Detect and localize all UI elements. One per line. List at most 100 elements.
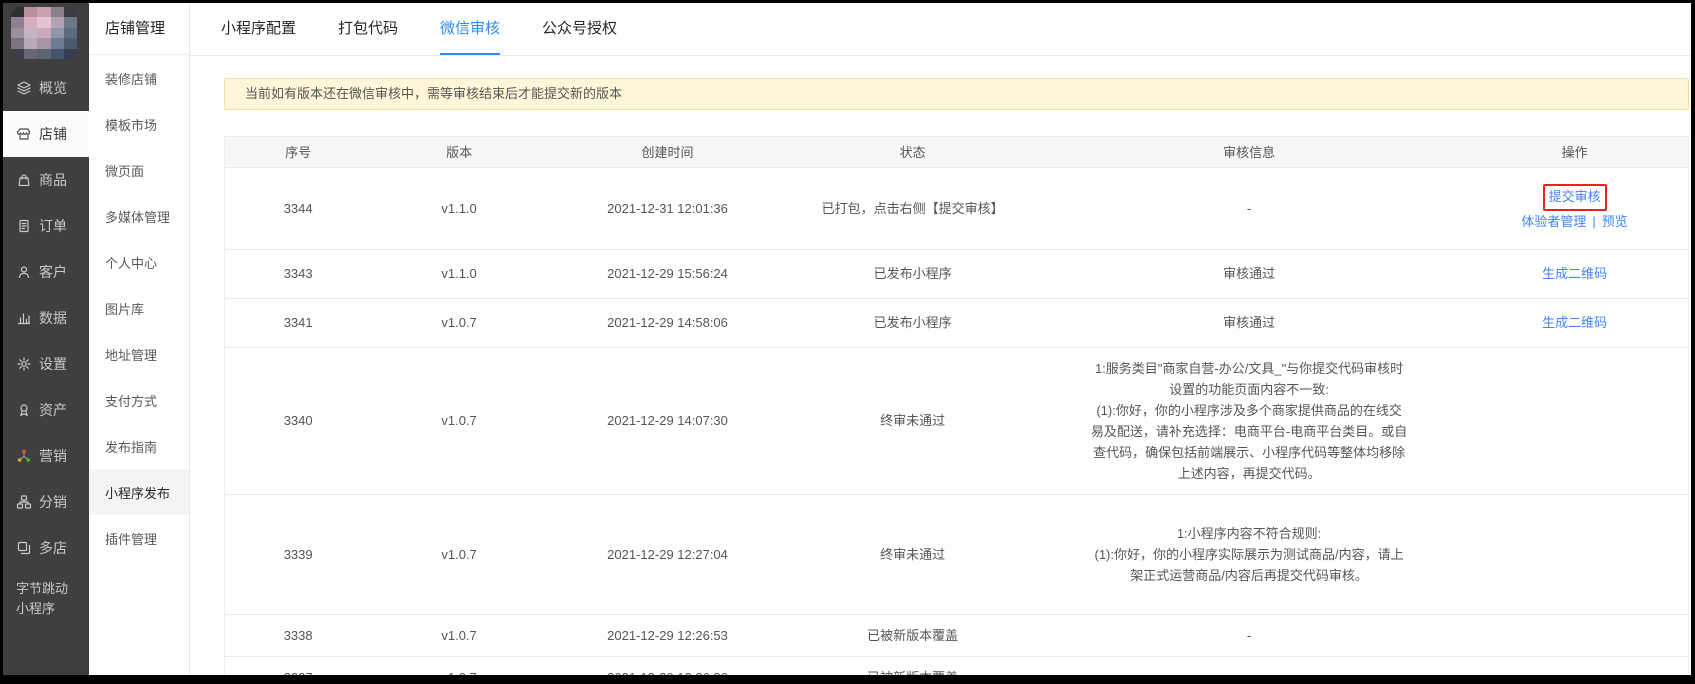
sidebar-item-label: 概览 [39, 78, 67, 98]
layers-icon [16, 80, 32, 96]
versions-table: 序号版本创建时间状态审核信息操作 3344v1.1.02021-12-31 12… [225, 137, 1688, 684]
actions-cell [1461, 614, 1688, 656]
submenu-item[interactable]: 微页面 [89, 147, 189, 193]
action-line: 生成二维码 [1469, 263, 1680, 285]
id-cell: 3344 [225, 167, 371, 249]
tab-bar: 小程序配置打包代码微信审核公众号授权 [190, 3, 1691, 56]
table-header-row: 序号版本创建时间状态审核信息操作 [225, 137, 1688, 167]
actions-cell: 生成二维码 [1461, 298, 1688, 347]
sidebar-item-layers[interactable]: 概览 [3, 65, 89, 111]
created-cell: 2021-12-29 12:26:36 [547, 656, 788, 684]
version-cell: v1.1.0 [371, 167, 547, 249]
main-panel: 小程序配置打包代码微信审核公众号授权 当前如有版本还在微信审核中，需等审核结束后… [190, 3, 1691, 675]
versions-table-wrapper: 序号版本创建时间状态审核信息操作 3344v1.1.02021-12-31 12… [224, 136, 1689, 684]
created-cell: 2021-12-29 15:56:24 [547, 249, 788, 298]
column-header: 操作 [1461, 137, 1688, 167]
action-line: 体验者管理|预览 [1469, 211, 1680, 233]
sidebar-item-label: 客户 [39, 262, 67, 282]
created-cell: 2021-12-29 12:27:04 [547, 494, 788, 614]
goods-bag-icon [16, 172, 32, 188]
generate-qrcode-link[interactable]: 生成二维码 [1542, 315, 1607, 330]
secondary-nav: 装修店铺模板市场微页面多媒体管理个人中心图片库地址管理支付方式发布指南小程序发布… [89, 55, 189, 561]
bar-chart-icon [16, 310, 32, 326]
sidebar-item-customer-person[interactable]: 客户 [3, 249, 89, 295]
submenu-item[interactable]: 地址管理 [89, 331, 189, 377]
content-area: 当前如有版本还在微信审核中，需等审核结束后才能提交新的版本 序号版本创建时间状态… [224, 78, 1689, 684]
sidebar-item-medal[interactable]: 资产 [3, 387, 89, 433]
tester-management-link[interactable]: 体验者管理 [1521, 214, 1586, 229]
audit-cell: 审核通过 [1037, 249, 1461, 298]
column-header: 序号 [225, 137, 371, 167]
audit-cell: 1:服务类目"商家自营-办公/文具_"与你提交代码审核时 设置的功能页面内容不一… [1037, 347, 1461, 494]
status-cell: 已发布小程序 [788, 298, 1037, 347]
primary-sidebar: 概览店铺商品订单客户数据设置资产营销分销多店字节跳动小程序 [3, 3, 89, 675]
submit-review-link[interactable]: 提交审核 [1549, 189, 1601, 204]
sidebar-item-goods-bag[interactable]: 商品 [3, 157, 89, 203]
tab-2[interactable]: 打包代码 [338, 3, 398, 55]
sidebar-item-order-list[interactable]: 订单 [3, 203, 89, 249]
primary-nav: 概览店铺商品订单客户数据设置资产营销分销多店字节跳动小程序 [3, 65, 89, 619]
id-cell: 3340 [225, 347, 371, 494]
id-cell: 3343 [225, 249, 371, 298]
submenu-item[interactable]: 小程序发布 [89, 469, 189, 515]
submenu-item[interactable]: 装修店铺 [89, 55, 189, 101]
created-cell: 2021-12-29 14:58:06 [547, 298, 788, 347]
created-cell: 2021-12-31 12:01:36 [547, 167, 788, 249]
actions-cell: 提交审核体验者管理|预览 [1461, 167, 1688, 249]
gear-icon [16, 356, 32, 372]
submenu-item[interactable]: 个人中心 [89, 239, 189, 285]
table-row: 3343v1.1.02021-12-29 15:56:24已发布小程序审核通过生… [225, 249, 1688, 298]
generate-qrcode-link[interactable]: 生成二维码 [1542, 266, 1607, 281]
tab-1[interactable]: 小程序配置 [221, 3, 296, 55]
sidebar-item-label: 资产 [39, 400, 67, 420]
submenu-item[interactable]: 插件管理 [89, 515, 189, 561]
submenu-item[interactable]: 模板市场 [89, 101, 189, 147]
warning-banner-text: 当前如有版本还在微信审核中，需等审核结束后才能提交新的版本 [245, 86, 622, 101]
submenu-item[interactable]: 多媒体管理 [89, 193, 189, 239]
table-row: 3341v1.0.72021-12-29 14:58:06已发布小程序审核通过生… [225, 298, 1688, 347]
sidebar-item-multi-store[interactable]: 多店 [3, 525, 89, 571]
app-window: 概览店铺商品订单客户数据设置资产营销分销多店字节跳动小程序 店铺管理 装修店铺模… [0, 0, 1695, 684]
sidebar-item-org-tree[interactable]: 分销 [3, 479, 89, 525]
audit-cell: - [1037, 167, 1461, 249]
sidebar-item-label: 店铺 [39, 124, 67, 144]
column-header: 审核信息 [1037, 137, 1461, 167]
id-cell: 3339 [225, 494, 371, 614]
preview-link[interactable]: 预览 [1602, 214, 1628, 229]
table-row: 3344v1.1.02021-12-31 12:01:36已打包，点击右侧【提交… [225, 167, 1688, 249]
actions-cell [1461, 656, 1688, 684]
submenu-title: 店铺管理 [89, 3, 189, 55]
status-cell: 已被新版本覆盖 [788, 656, 1037, 684]
warning-banner: 当前如有版本还在微信审核中，需等审核结束后才能提交新的版本 [224, 78, 1689, 110]
sidebar-item-bytedance-miniprogram[interactable]: 字节跳动小程序 [3, 571, 89, 619]
submenu-item[interactable]: 发布指南 [89, 423, 189, 469]
sidebar-item-marketing-share[interactable]: 营销 [3, 433, 89, 479]
sidebar-item-label: 商品 [39, 170, 67, 190]
annotation-box: 提交审核 [1543, 184, 1607, 211]
submenu-item[interactable]: 支付方式 [89, 377, 189, 423]
action-line: 生成二维码 [1469, 312, 1680, 334]
avatar [11, 7, 77, 59]
sidebar-item-bar-chart[interactable]: 数据 [3, 295, 89, 341]
tab-4[interactable]: 公众号授权 [542, 3, 617, 55]
column-header: 创建时间 [547, 137, 788, 167]
sidebar-item-gear[interactable]: 设置 [3, 341, 89, 387]
status-cell: 已打包，点击右侧【提交审核】 [788, 167, 1037, 249]
column-header: 状态 [788, 137, 1037, 167]
secondary-sidebar: 店铺管理 装修店铺模板市场微页面多媒体管理个人中心图片库地址管理支付方式发布指南… [89, 3, 190, 675]
column-header: 版本 [371, 137, 547, 167]
version-cell: v1.1.0 [371, 249, 547, 298]
tab-3[interactable]: 微信审核 [440, 3, 500, 55]
actions-cell [1461, 494, 1688, 614]
version-cell: v1.0.7 [371, 614, 547, 656]
shop-icon [16, 126, 32, 142]
status-cell: 终审未通过 [788, 347, 1037, 494]
status-cell: 已被新版本覆盖 [788, 614, 1037, 656]
audit-cell: - [1037, 656, 1461, 684]
sidebar-item-label: 订单 [39, 216, 67, 236]
multi-store-icon [16, 540, 32, 556]
submenu-item[interactable]: 图片库 [89, 285, 189, 331]
sidebar-item-shop[interactable]: 店铺 [3, 111, 89, 157]
medal-icon [16, 402, 32, 418]
org-tree-icon [16, 494, 32, 510]
